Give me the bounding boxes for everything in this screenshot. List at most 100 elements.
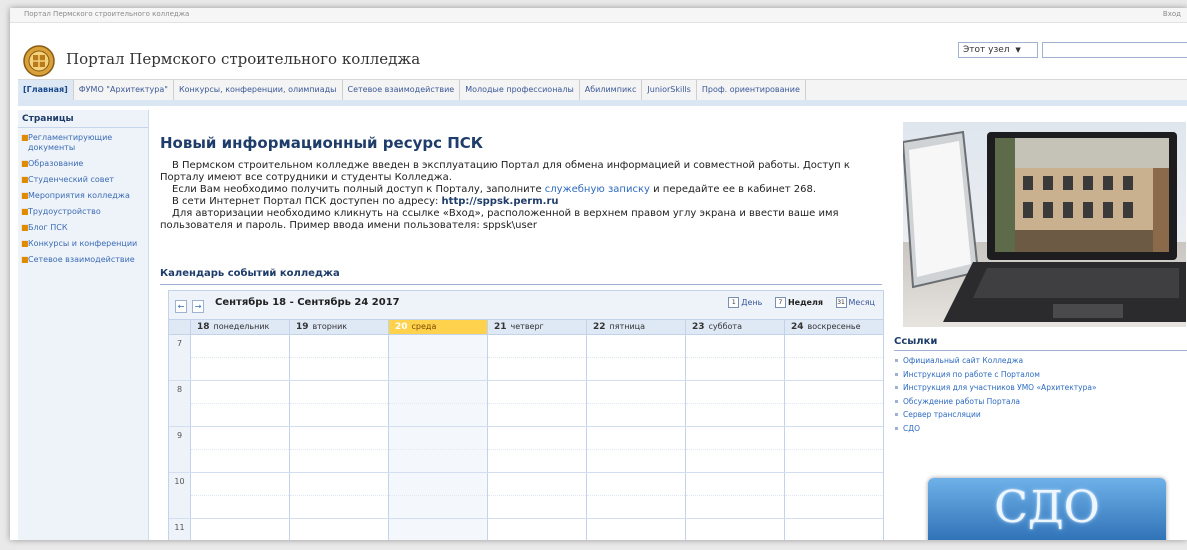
calendar-slot[interactable]	[586, 427, 685, 472]
calendar-grid: 18 понедельник 19 вторник 20 среда 21 четвер…	[169, 319, 883, 540]
calendar-slot[interactable]	[586, 335, 685, 380]
tab-juniorskills[interactable]: JuniorSkills	[642, 80, 697, 100]
sidebar-item-label: Мероприятия колледжа	[28, 191, 130, 200]
bullet-icon	[895, 426, 898, 430]
calendar-slot[interactable]	[289, 381, 388, 426]
calendar-slot[interactable]	[487, 381, 586, 426]
bullet-icon: ■	[21, 223, 29, 232]
hour-label: 8	[176, 385, 183, 394]
calendar-slot[interactable]	[388, 473, 487, 518]
calendar-slot[interactable]	[586, 381, 685, 426]
bullet-icon: ■	[21, 133, 29, 142]
tab-contests[interactable]: Конкурсы, конференции, олимпиады	[174, 80, 343, 100]
calendar-slot[interactable]	[784, 335, 883, 380]
prev-week-button[interactable]: ←	[175, 300, 187, 313]
calendar-slot[interactable]	[190, 381, 289, 426]
memo-link[interactable]: служебную записку	[545, 184, 650, 195]
link-college-site[interactable]: Официальный сайт Колледжа	[894, 354, 1097, 368]
day-name: понедельник	[213, 322, 270, 331]
calendar-slot[interactable]	[190, 335, 289, 380]
calendar-slot[interactable]	[487, 427, 586, 472]
calendar-slot[interactable]	[784, 519, 883, 540]
bullet-icon: ■	[21, 255, 29, 264]
calendar-range: Сентябрь 18 - Сентябрь 24 2017	[215, 297, 400, 308]
calendar-slot[interactable]	[190, 519, 289, 540]
calendar-slot[interactable]	[388, 335, 487, 380]
calendar-slot[interactable]	[685, 335, 784, 380]
calendar-slot[interactable]	[685, 473, 784, 518]
calendar-slot[interactable]	[784, 427, 883, 472]
day-header[interactable]: 19 вторник	[289, 320, 388, 334]
link-label: Обсуждение работы Портала	[903, 396, 1021, 406]
calendar-slot[interactable]	[388, 519, 487, 540]
calendar-slot[interactable]	[784, 473, 883, 518]
calendar-slot[interactable]	[388, 427, 487, 472]
calendar-slot[interactable]	[190, 473, 289, 518]
calendar-slot[interactable]	[487, 519, 586, 540]
login-link[interactable]: Вход	[1163, 10, 1181, 18]
calendar-slot[interactable]	[685, 519, 784, 540]
hour-label: 7	[176, 339, 183, 348]
day-number: 21	[494, 322, 507, 332]
link-portal-discussion[interactable]: Обсуждение работы Портала	[894, 395, 1097, 409]
sidebar-heading[interactable]: Страницы	[18, 110, 148, 128]
day-header[interactable]: 21 четверг	[487, 320, 586, 334]
tab-fumo-architecture[interactable]: ФУМО "Архитектура"	[74, 80, 174, 100]
calendar-slot[interactable]	[784, 381, 883, 426]
calendar-slot[interactable]	[289, 519, 388, 540]
tab-abilympics[interactable]: Абилимпикс	[580, 80, 643, 100]
tab-career-guidance[interactable]: Проф. ориентирование	[697, 80, 806, 100]
sidebar-item-regulations[interactable]: ■ Регламентирующие документы	[18, 130, 148, 156]
top-navigation: [Главная] ФУМО "Архитектура" Конкурсы, кон…	[18, 79, 1187, 101]
link-label: Инструкция по работе с Порталом	[903, 369, 1040, 379]
sidebar-item-student-council[interactable]: ■ Студенческий совет	[18, 172, 148, 188]
bullet-icon: ■	[21, 207, 29, 216]
article-paragraph: Если Вам необходимо получить полный дост…	[160, 184, 880, 196]
calendar-slot[interactable]	[289, 473, 388, 518]
sidebar-item-employment[interactable]: ■ Трудоустройство	[18, 204, 148, 220]
tab-home[interactable]: [Главная]	[18, 80, 74, 100]
portal-url-link[interactable]: http://sppsk.perm.ru	[442, 196, 559, 207]
link-portal-guide[interactable]: Инструкция по работе с Порталом	[894, 368, 1097, 382]
breadcrumb[interactable]: Портал Пермского строительного колледжа	[24, 10, 189, 18]
day-view-button[interactable]: 1 День	[728, 297, 762, 308]
calendar-week-icon: 7	[774, 297, 786, 308]
sidebar-item-contests[interactable]: ■ Конкурсы и конференции	[18, 236, 148, 252]
day-header[interactable]: 22 пятница	[586, 320, 685, 334]
month-view-button[interactable]: 31 Месяц	[835, 297, 875, 308]
time-row: 9	[169, 427, 883, 473]
sdo-banner[interactable]: СДО	[928, 478, 1166, 540]
calendar-slot[interactable]	[685, 381, 784, 426]
sidebar-item-blog[interactable]: ■ Блог ПСК	[18, 220, 148, 236]
link-broadcast-server[interactable]: Сервер трансляции	[894, 408, 1097, 422]
calendar-slot[interactable]	[586, 519, 685, 540]
search-input[interactable]	[1042, 42, 1187, 58]
day-name: суббота	[708, 322, 742, 331]
next-week-button[interactable]: →	[192, 300, 205, 313]
sidebar-item-events[interactable]: ■ Мероприятия колледжа	[18, 188, 148, 204]
browser-page: Портал Пермского строительного колледжа …	[10, 8, 1187, 540]
day-header[interactable]: 23 суббота	[685, 320, 784, 334]
sidebar-item-network[interactable]: ■ Сетевое взаимодействие	[18, 252, 148, 268]
link-umo-guide[interactable]: Инструкция для участников УМО «Архитекту…	[894, 381, 1097, 395]
calendar-slot[interactable]	[685, 427, 784, 472]
sidebar-item-education[interactable]: ■ Образование	[18, 156, 148, 172]
calendar-slot[interactable]	[487, 335, 586, 380]
tab-network[interactable]: Сетевое взаимодействие	[343, 80, 461, 100]
day-header[interactable]: 18 понедельник	[190, 320, 289, 334]
calendar-slot[interactable]	[289, 335, 388, 380]
calendar-slot[interactable]	[487, 473, 586, 518]
calendar-view-switcher: 1 День 7 Неделя 31 Месяц	[718, 297, 875, 308]
tab-young-professionals[interactable]: Молодые профессионалы	[460, 80, 580, 100]
day-header[interactable]: 24 воскресенье	[784, 320, 883, 334]
week-view-button[interactable]: 7 Неделя	[774, 297, 823, 308]
calendar-slot[interactable]	[289, 427, 388, 472]
calendar-slot[interactable]	[586, 473, 685, 518]
site-title[interactable]: Портал Пермского строительного колледжа	[66, 50, 420, 68]
calendar-slot[interactable]	[388, 381, 487, 426]
calendar-slot[interactable]	[190, 427, 289, 472]
search-scope-select[interactable]: Этот узел ▼	[958, 42, 1038, 58]
day-header-today[interactable]: 20 среда	[388, 320, 487, 334]
article-paragraph: В Пермском строительном колледже введен …	[160, 160, 850, 183]
link-sdo[interactable]: СДО	[894, 422, 1097, 436]
